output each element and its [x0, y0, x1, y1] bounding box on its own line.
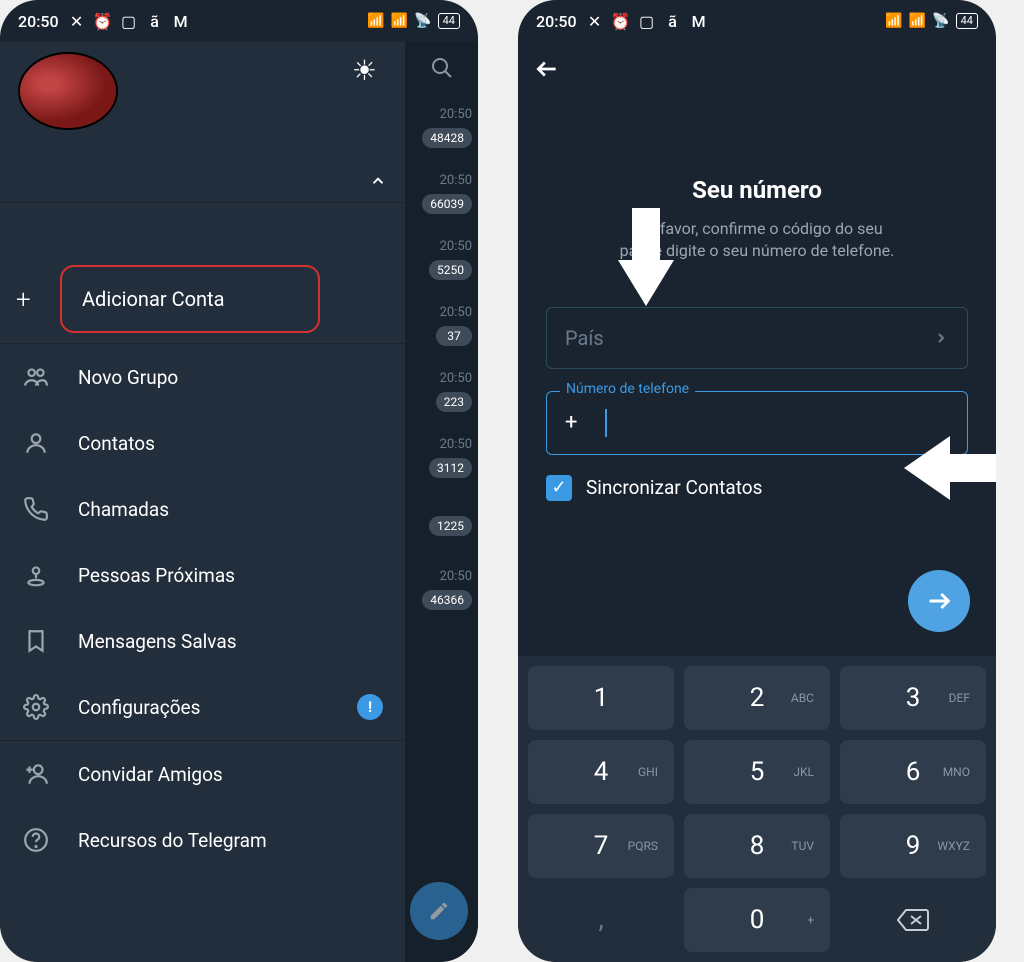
- cast-icon: ▢: [121, 13, 137, 29]
- menu-label: Contatos: [78, 432, 155, 455]
- menu-mensagens-salvas[interactable]: Mensagens Salvas: [0, 608, 405, 674]
- chat-row[interactable]: 1225: [405, 490, 478, 556]
- signal-icon: 📶: [885, 13, 902, 29]
- phone-icon: [22, 495, 50, 523]
- gear-icon: [22, 693, 50, 721]
- country-placeholder: País: [565, 326, 604, 350]
- wifi-icon: 📡: [932, 13, 949, 29]
- theme-toggle-icon[interactable]: ☀: [352, 54, 377, 152]
- plus-icon: +: [16, 285, 31, 315]
- chat-row[interactable]: 20:5037: [405, 292, 478, 358]
- sync-checkbox[interactable]: ✓: [546, 475, 572, 501]
- person-icon: [22, 429, 50, 457]
- alarm-icon: ⏰: [95, 13, 111, 29]
- menu-label: Chamadas: [78, 498, 169, 521]
- menu-label: Novo Grupo: [78, 366, 178, 389]
- status-bar: 20:50 ✕ ⏰ ▢ ã M 📶 📶 📡 44: [0, 0, 478, 42]
- wifi-icon: 📡: [414, 13, 431, 29]
- translate-icon: ã: [147, 13, 163, 29]
- signal-icon-2: 📶: [909, 13, 926, 29]
- key-backspace[interactable]: [840, 888, 986, 952]
- key-5[interactable]: 5JKL: [684, 740, 830, 804]
- chevron-up-icon[interactable]: [369, 172, 387, 190]
- country-field[interactable]: País: [546, 307, 968, 369]
- key-2[interactable]: 2ABC: [684, 666, 830, 730]
- group-icon: [22, 363, 50, 391]
- signal-icon-2: 📶: [391, 13, 408, 29]
- phone-prefix: +: [565, 410, 577, 435]
- battery-level: 44: [438, 13, 460, 29]
- add-account-label: Adicionar Conta: [82, 287, 224, 311]
- key-7[interactable]: 7PQRS: [528, 814, 674, 878]
- menu-label: Pessoas Próximas: [78, 564, 235, 587]
- menu-convidar-amigos[interactable]: Convidar Amigos: [0, 741, 405, 807]
- menu-label: Mensagens Salvas: [78, 630, 237, 653]
- phone-field-legend: Número de telefone: [560, 381, 695, 397]
- chat-list-strip: 20:5048428 20:5066039 20:505250 20:5037 …: [405, 42, 478, 962]
- mail-icon: M: [691, 13, 707, 29]
- chat-row[interactable]: 20:50223: [405, 358, 478, 424]
- alert-badge: !: [357, 694, 383, 720]
- sync-label: Sincronizar Contatos: [586, 476, 762, 499]
- menu-contatos[interactable]: Contatos: [0, 410, 405, 476]
- battery-level: 44: [956, 13, 978, 29]
- mute-icon: ✕: [69, 13, 85, 29]
- mail-icon: M: [173, 13, 189, 29]
- current-account[interactable]: [0, 203, 405, 259]
- menu-label: Convidar Amigos: [78, 763, 223, 786]
- chat-row[interactable]: 20:505250: [405, 226, 478, 292]
- chat-row[interactable]: 20:503112: [405, 424, 478, 490]
- next-button[interactable]: [908, 570, 970, 632]
- help-icon: [22, 826, 50, 854]
- status-bar: 20:50 ✕ ⏰ ▢ ã M 📶 📶 📡 44: [518, 0, 996, 42]
- phone-left: 20:50 ✕ ⏰ ▢ ã M 📶 📶 📡 44 20:5048428 20:5…: [0, 0, 478, 962]
- chat-row[interactable]: 20:5046366: [405, 556, 478, 622]
- key-6[interactable]: 6MNO: [840, 740, 986, 804]
- chat-row[interactable]: 20:5066039: [405, 160, 478, 226]
- menu-label: Configurações: [78, 696, 200, 719]
- status-time: 20:50: [18, 12, 59, 31]
- compose-fab[interactable]: [410, 882, 468, 940]
- chevron-right-icon: [933, 330, 949, 346]
- cast-icon: ▢: [639, 13, 655, 29]
- back-icon[interactable]: [534, 56, 560, 82]
- menu-label: Recursos do Telegram: [78, 829, 267, 852]
- status-time: 20:50: [536, 12, 577, 31]
- menu-pessoas-proximas[interactable]: Pessoas Próximas: [0, 542, 405, 608]
- signal-icon: 📶: [367, 13, 384, 29]
- annotation-arrow-left: [904, 436, 996, 500]
- avatar[interactable]: [18, 52, 118, 130]
- menu-recursos-telegram[interactable]: Recursos do Telegram: [0, 807, 405, 873]
- key-9[interactable]: 9WXYZ: [840, 814, 986, 878]
- key-3[interactable]: 3DEF: [840, 666, 986, 730]
- person-plus-icon: [22, 760, 50, 788]
- search-icon[interactable]: [430, 56, 454, 80]
- key-4[interactable]: 4GHI: [528, 740, 674, 804]
- key-8[interactable]: 8TUV: [684, 814, 830, 878]
- add-account-button[interactable]: + Adicionar Conta: [60, 265, 320, 333]
- text-cursor: [605, 409, 607, 437]
- chat-row[interactable]: 20:5048428: [405, 94, 478, 160]
- key-0[interactable]: 0+: [684, 888, 830, 952]
- annotation-arrow-down: [618, 208, 674, 298]
- nearby-icon: [22, 561, 50, 589]
- key-1[interactable]: 1: [528, 666, 674, 730]
- menu-novo-grupo[interactable]: Novo Grupo: [0, 344, 405, 410]
- page-title: Seu número: [518, 176, 996, 204]
- key-comma[interactable]: ,: [528, 888, 674, 952]
- drawer: ☀ + Adicionar Conta Novo Grupo: [0, 42, 405, 962]
- menu-configuracoes[interactable]: Configurações !: [0, 674, 405, 740]
- phone-right: 20:50 ✕ ⏰ ▢ ã M 📶 📶 📡 44 Seu número Por …: [518, 0, 996, 962]
- menu-chamadas[interactable]: Chamadas: [0, 476, 405, 542]
- alarm-icon: ⏰: [613, 13, 629, 29]
- bookmark-icon: [22, 627, 50, 655]
- keypad: 1 2ABC 3DEF 4GHI 5JKL 6MNO 7PQRS 8TUV 9W…: [518, 656, 996, 962]
- translate-icon: ã: [665, 13, 681, 29]
- mute-icon: ✕: [587, 13, 603, 29]
